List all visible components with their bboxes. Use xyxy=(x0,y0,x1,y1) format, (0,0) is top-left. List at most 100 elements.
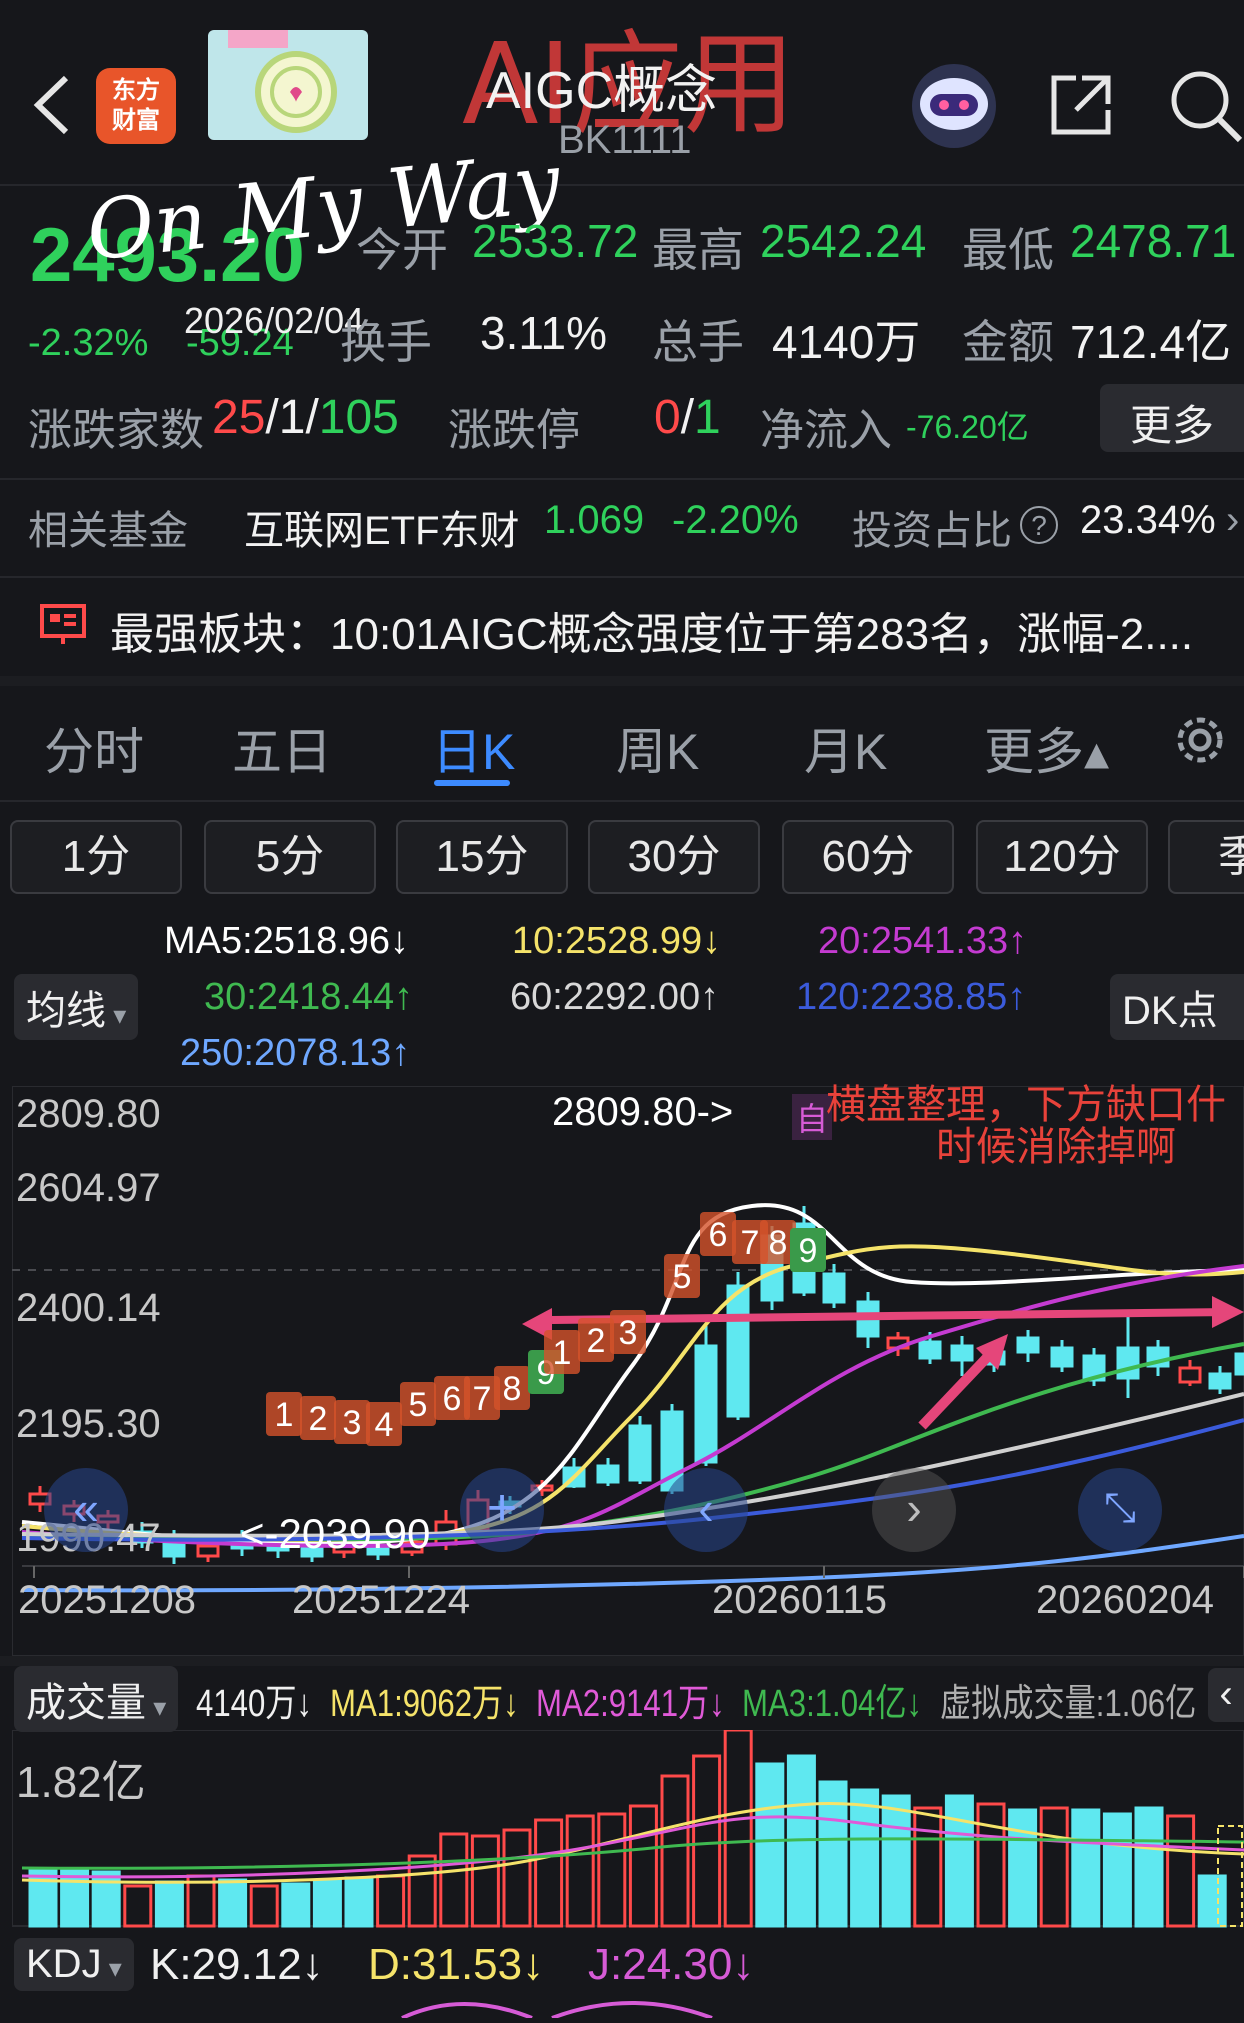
scroll-left-icon[interactable]: ‹ xyxy=(664,1468,748,1552)
sticker-decoration xyxy=(208,26,368,140)
back-icon[interactable] xyxy=(28,70,78,140)
assistant-robot-icon[interactable] xyxy=(908,60,1000,152)
period-label: 60分 xyxy=(821,832,915,881)
volume-bar xyxy=(312,1878,342,1928)
amount-label: 金额 xyxy=(962,316,1054,368)
breadth-flat: 1 xyxy=(278,391,306,444)
volume-bar xyxy=(755,1762,785,1928)
ma-selector-label: 均线 xyxy=(26,989,106,1033)
candle-body xyxy=(822,1272,846,1304)
period-label: 30分 xyxy=(627,832,721,881)
dk-point-button[interactable]: DK点 xyxy=(1110,974,1244,1040)
tab-five-day[interactable]: 五日 xyxy=(232,712,332,784)
volume-ma1: MA1:9062万↓ xyxy=(330,1683,519,1725)
sequence-marker-number: 6 xyxy=(443,1380,462,1418)
fullscreen-icon[interactable]: ⤡ xyxy=(1078,1468,1162,1552)
volume-value: 4140万 xyxy=(772,316,921,368)
chevron-right-icon[interactable]: › xyxy=(1226,498,1239,543)
y-tick-2: 2604.97 xyxy=(16,1166,161,1210)
open-value: 2533.72 xyxy=(472,215,639,267)
volume-bar xyxy=(1071,1808,1101,1928)
date-overlay: 2026/02/04 xyxy=(184,300,365,341)
tab-active-indicator xyxy=(434,780,510,786)
sequence-marker-number: 5 xyxy=(673,1258,692,1296)
gap-arrow-line xyxy=(551,1308,1233,1324)
sequence-marker-number: 7 xyxy=(473,1380,492,1418)
volume-bar xyxy=(1197,1874,1227,1928)
period-quarter[interactable]: 季 xyxy=(1168,820,1244,894)
strongest-sector-notice[interactable]: 最强板块：10:01AIGC概念强度位于第283名，涨幅-2.... xyxy=(110,598,1193,662)
more-button-label: 更多 xyxy=(1130,402,1215,449)
volume-bar xyxy=(1166,1814,1196,1928)
candle-body xyxy=(726,1284,750,1418)
breadth-values: 25/1/105 xyxy=(212,391,399,444)
help-icon[interactable]: ? xyxy=(1020,506,1058,544)
sequence-marker-number: 1 xyxy=(553,1334,572,1372)
fund-change: -2.20% xyxy=(672,498,799,542)
period-60min[interactable]: 60分 xyxy=(782,820,954,894)
search-icon[interactable] xyxy=(1166,66,1244,144)
low-value: 2478.71 xyxy=(1070,215,1237,267)
ma5-value: MA5:2518.96↓ xyxy=(164,920,410,962)
brand-logo-text: 东方 财富 xyxy=(112,77,160,134)
period-1min[interactable]: 1分 xyxy=(10,820,182,894)
period-30min[interactable]: 30分 xyxy=(588,820,760,894)
volume-bar xyxy=(565,1814,595,1928)
volume-current: 4140万↓ xyxy=(196,1683,313,1725)
volume-chart[interactable] xyxy=(11,1728,1244,1930)
kdj-selector-label: KDJ xyxy=(26,1942,102,1986)
volume-bar xyxy=(1102,1812,1132,1928)
period-120min[interactable]: 120分 xyxy=(976,820,1148,894)
open-label: 今开 xyxy=(356,214,448,280)
volume-bar xyxy=(1134,1806,1164,1928)
tab-intraday[interactable]: 分时 xyxy=(44,712,144,784)
kdj-chart[interactable] xyxy=(12,1994,1244,2020)
scroll-left-fast-icon[interactable]: « xyxy=(44,1468,128,1552)
breadth-down: 105 xyxy=(318,391,399,444)
more-button[interactable]: 更多 xyxy=(1100,384,1244,452)
volume-bar xyxy=(28,1868,58,1928)
change-percent: -2.32% xyxy=(28,322,149,364)
volume-bar xyxy=(281,1882,311,1928)
zoom-in-icon[interactable]: + xyxy=(460,1468,544,1552)
collapse-indicators-button[interactable]: ‹ xyxy=(1208,1668,1244,1722)
amount-value: 712.4亿 xyxy=(1070,316,1232,368)
candle-body xyxy=(950,1344,974,1362)
limit-up: 0 xyxy=(654,391,681,444)
period-label: 120分 xyxy=(1003,832,1121,881)
netflow-label: 净流入 xyxy=(760,406,892,455)
fund-name[interactable]: 互联网ETF东财 xyxy=(244,498,520,556)
scroll-right-icon[interactable]: › xyxy=(872,1468,956,1552)
limit-values: 0/1 xyxy=(654,391,721,444)
breadth-label: 涨跌家数 xyxy=(28,406,204,455)
tab-more[interactable]: 更多▴ xyxy=(984,712,1109,784)
volume-bar xyxy=(534,1818,564,1928)
open-label-text: 今开 xyxy=(356,224,448,276)
ma-selector[interactable]: 均线 ▾ xyxy=(14,974,139,1040)
volume-bar xyxy=(218,1878,248,1928)
volume-bar xyxy=(660,1774,690,1928)
share-icon[interactable] xyxy=(1046,70,1116,140)
turnover-value: 3.11% xyxy=(480,307,608,359)
tab-monthly-k[interactable]: 月K xyxy=(804,712,887,784)
sequence-marker-number: 2 xyxy=(587,1322,606,1360)
sequence-marker-number: 3 xyxy=(619,1314,638,1352)
sequence-marker-number: 8 xyxy=(503,1370,522,1408)
candle-body xyxy=(1016,1336,1040,1354)
period-15min[interactable]: 15分 xyxy=(396,820,568,894)
volume-bar xyxy=(597,1812,627,1928)
volume-selector[interactable]: 成交量 ▾ xyxy=(14,1666,179,1732)
period-5min[interactable]: 5分 xyxy=(204,820,376,894)
kdj-selector[interactable]: KDJ ▾ xyxy=(14,1938,134,1991)
candle-body xyxy=(1116,1346,1140,1380)
annotation-line-2: 时候消除掉啊 xyxy=(936,1125,1176,1169)
volume-bar xyxy=(944,1794,974,1928)
volume-label: 总手 xyxy=(652,316,744,368)
settings-gear-icon[interactable] xyxy=(1168,708,1232,772)
volume-bar xyxy=(976,1802,1006,1928)
gap-arrow-head xyxy=(1212,1296,1244,1328)
tab-daily-k[interactable]: 日K xyxy=(432,712,515,784)
tab-weekly-k[interactable]: 周K xyxy=(616,712,699,784)
breadth-up: 25 xyxy=(212,391,266,444)
ma60-value: 60:2292.00↑ xyxy=(510,976,720,1018)
